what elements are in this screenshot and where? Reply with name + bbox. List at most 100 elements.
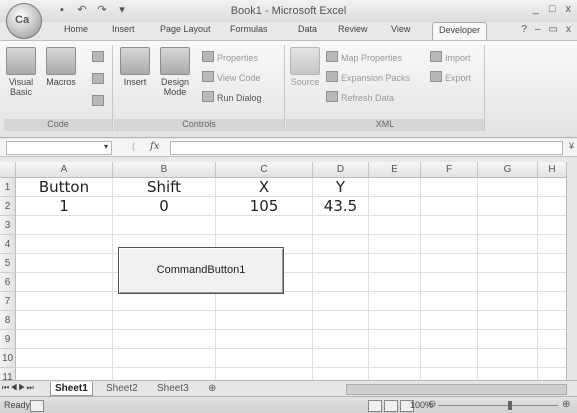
column-header[interactable]: C bbox=[216, 162, 313, 178]
formula-input[interactable] bbox=[170, 141, 563, 155]
tab-insert[interactable]: Insert bbox=[112, 24, 135, 34]
row-header[interactable]: 7 bbox=[0, 292, 16, 311]
cell-F8[interactable] bbox=[421, 311, 478, 330]
cell-G2[interactable] bbox=[478, 197, 538, 216]
cell-E9[interactable] bbox=[369, 330, 421, 349]
cell-F10[interactable] bbox=[421, 349, 478, 368]
cell-G7[interactable] bbox=[478, 292, 538, 311]
cell-F5[interactable] bbox=[421, 254, 478, 273]
cell-G9[interactable] bbox=[478, 330, 538, 349]
chevron-down-icon[interactable]: ▾ bbox=[104, 142, 108, 151]
expand-formula-bar-icon[interactable]: ¥ bbox=[569, 141, 574, 151]
cell-B3[interactable] bbox=[113, 216, 216, 235]
minimize-button[interactable]: _ bbox=[533, 3, 539, 15]
cell-F4[interactable] bbox=[421, 235, 478, 254]
tab-data[interactable]: Data bbox=[298, 24, 317, 34]
command-button[interactable]: CommandButton1 bbox=[118, 247, 284, 294]
run-dialog-button[interactable]: Run Dialog bbox=[202, 91, 262, 103]
cell-G5[interactable] bbox=[478, 254, 538, 273]
zoom-out-icon[interactable]: ⊖ bbox=[428, 399, 436, 410]
cell-C10[interactable] bbox=[216, 349, 313, 368]
map-properties-button[interactable]: Map Properties bbox=[326, 51, 402, 63]
relative-references-icon[interactable] bbox=[92, 73, 107, 85]
cell-D8[interactable] bbox=[313, 311, 369, 330]
sheet-tab-sheet1[interactable]: Sheet1 bbox=[50, 382, 93, 396]
cell-H1[interactable] bbox=[538, 178, 567, 197]
cell-B1[interactable]: Shift bbox=[113, 178, 216, 197]
cell-H2[interactable] bbox=[538, 197, 567, 216]
normal-view-icon[interactable] bbox=[368, 400, 382, 412]
cell-B7[interactable] bbox=[113, 292, 216, 311]
cell-H4[interactable] bbox=[538, 235, 567, 254]
row-header[interactable]: 4 bbox=[0, 235, 16, 254]
cell-A9[interactable] bbox=[16, 330, 113, 349]
cell-G10[interactable] bbox=[478, 349, 538, 368]
select-all-corner[interactable] bbox=[0, 162, 16, 178]
cell-H6[interactable] bbox=[538, 273, 567, 292]
cell-D4[interactable] bbox=[313, 235, 369, 254]
cell-C9[interactable] bbox=[216, 330, 313, 349]
column-header[interactable]: H bbox=[538, 162, 567, 178]
cell-B2[interactable]: 0 bbox=[113, 197, 216, 216]
cell-D7[interactable] bbox=[313, 292, 369, 311]
cell-D1[interactable]: Y bbox=[313, 178, 369, 197]
cell-B10[interactable] bbox=[113, 349, 216, 368]
cell-E3[interactable] bbox=[369, 216, 421, 235]
row-header[interactable]: 8 bbox=[0, 311, 16, 330]
column-header[interactable]: F bbox=[421, 162, 478, 178]
column-header[interactable]: B bbox=[113, 162, 216, 178]
cell-D2[interactable]: 43.5 bbox=[313, 197, 369, 216]
source-button[interactable]: Source bbox=[290, 47, 320, 87]
column-header[interactable]: D bbox=[313, 162, 369, 178]
zoom-in-icon[interactable]: ⊕ bbox=[562, 399, 570, 410]
cell-E8[interactable] bbox=[369, 311, 421, 330]
cell-A5[interactable] bbox=[16, 254, 113, 273]
cell-F6[interactable] bbox=[421, 273, 478, 292]
cell-C1[interactable]: X bbox=[216, 178, 313, 197]
cell-F9[interactable] bbox=[421, 330, 478, 349]
row-header[interactable]: 6 bbox=[0, 273, 16, 292]
tab-review[interactable]: Review bbox=[338, 24, 368, 34]
row-header[interactable]: 9 bbox=[0, 330, 16, 349]
cell-D9[interactable] bbox=[313, 330, 369, 349]
row-header[interactable]: 2 bbox=[0, 197, 16, 216]
cell-E1[interactable] bbox=[369, 178, 421, 197]
macro-recording-icon[interactable] bbox=[30, 400, 44, 412]
row-header[interactable]: 5 bbox=[0, 254, 16, 273]
cell-A4[interactable] bbox=[16, 235, 113, 254]
tab-page-layout[interactable]: Page Layout bbox=[160, 24, 211, 34]
design-mode-button[interactable]: Design Mode bbox=[158, 47, 192, 97]
office-button[interactable]: Ca bbox=[6, 3, 42, 39]
cell-D10[interactable] bbox=[313, 349, 369, 368]
column-header[interactable]: G bbox=[478, 162, 538, 178]
cell-D6[interactable] bbox=[313, 273, 369, 292]
cell-H7[interactable] bbox=[538, 292, 567, 311]
export-button[interactable]: Export bbox=[430, 71, 471, 83]
macro-security-icon[interactable] bbox=[92, 95, 107, 107]
close-workbook-icon[interactable]: x bbox=[566, 24, 571, 35]
page-layout-view-icon[interactable] bbox=[384, 400, 398, 412]
cell-D5[interactable] bbox=[313, 254, 369, 273]
cell-E6[interactable] bbox=[369, 273, 421, 292]
cell-C3[interactable] bbox=[216, 216, 313, 235]
cell-F7[interactable] bbox=[421, 292, 478, 311]
cell-A7[interactable] bbox=[16, 292, 113, 311]
tab-view[interactable]: View bbox=[391, 24, 410, 34]
cell-E5[interactable] bbox=[369, 254, 421, 273]
horizontal-scrollbar[interactable] bbox=[346, 384, 567, 395]
properties-button[interactable]: Properties bbox=[202, 51, 258, 63]
visual-basic-button[interactable]: Visual Basic bbox=[6, 47, 36, 97]
cell-A10[interactable] bbox=[16, 349, 113, 368]
insert-function-icon[interactable]: fx bbox=[150, 141, 159, 152]
vertical-scrollbar[interactable] bbox=[566, 162, 577, 380]
minimize-workbook-icon[interactable]: – bbox=[535, 24, 541, 35]
cell-G6[interactable] bbox=[478, 273, 538, 292]
cell-C2[interactable]: 105 bbox=[216, 197, 313, 216]
row-header[interactable]: 10 bbox=[0, 349, 16, 368]
cell-E4[interactable] bbox=[369, 235, 421, 254]
zoom-slider[interactable] bbox=[438, 405, 558, 406]
import-button[interactable]: Import bbox=[430, 51, 471, 63]
cell-F1[interactable] bbox=[421, 178, 478, 197]
tab-formulas[interactable]: Formulas bbox=[230, 24, 268, 34]
cell-H10[interactable] bbox=[538, 349, 567, 368]
